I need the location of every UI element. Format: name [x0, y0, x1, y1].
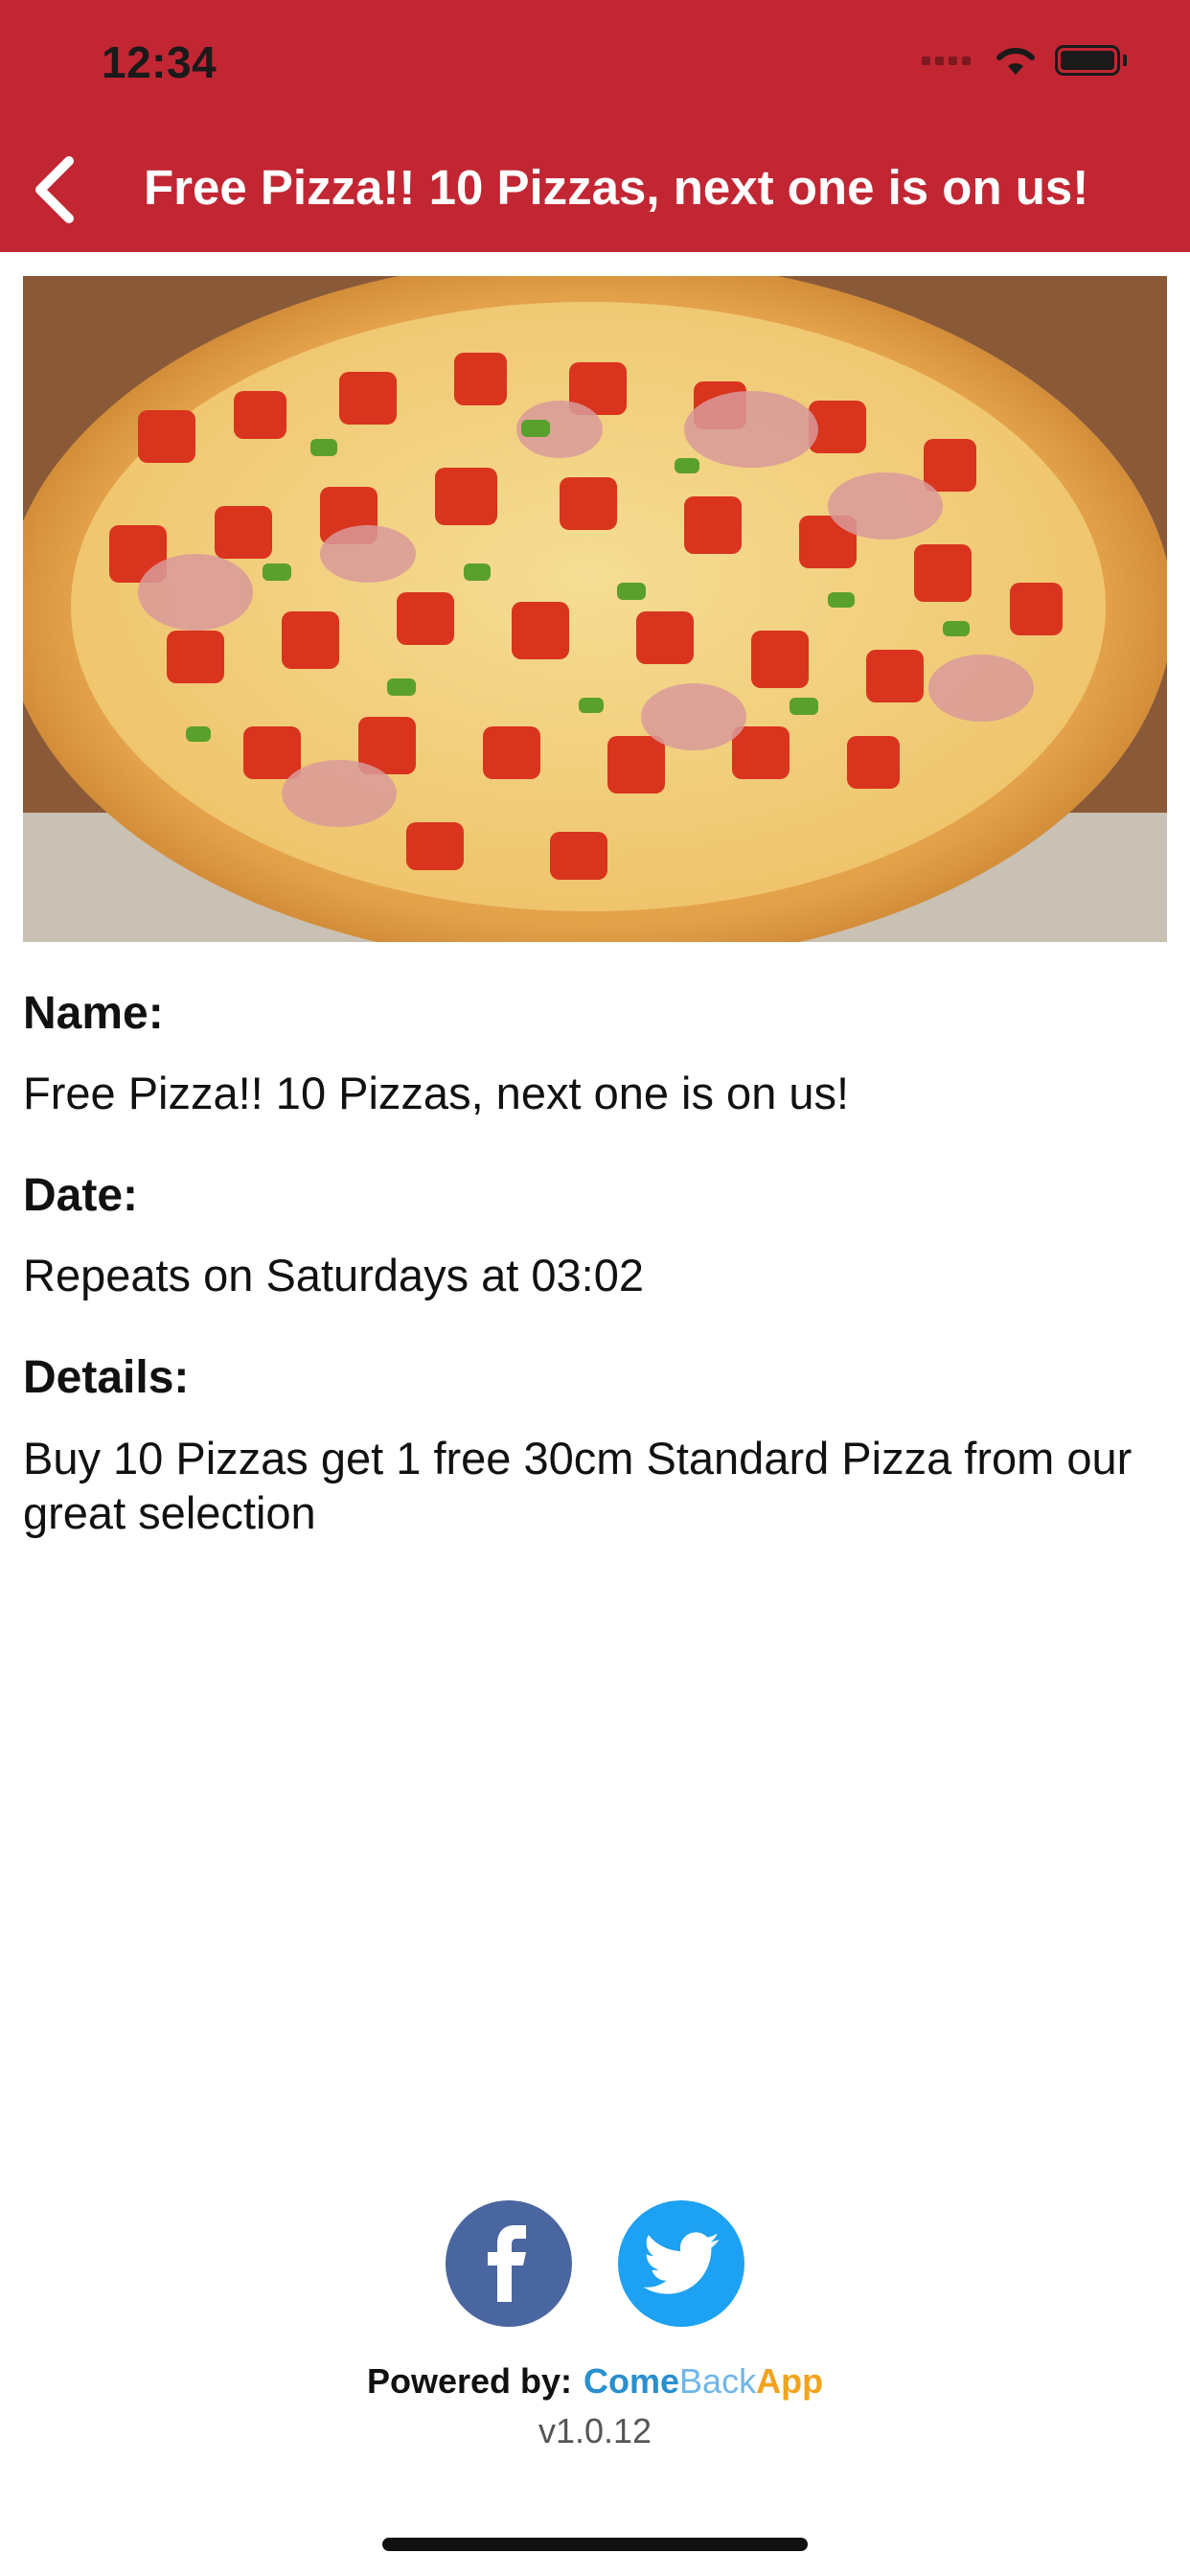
chevron-left-icon — [35, 156, 74, 223]
brand-back: Back — [679, 2361, 757, 2401]
powered-by-label: Powered by: — [366, 2361, 572, 2401]
details-value: Buy 10 Pizzas get 1 free 30cm Standard P… — [23, 1433, 1133, 1538]
name-label: Name: — [23, 988, 164, 1039]
social-buttons — [0, 2200, 1190, 2327]
back-button[interactable] — [27, 151, 84, 228]
app-header: 12:34 Free Pizza!! 10 Pizzas, next one i… — [0, 0, 1190, 252]
facebook-icon — [488, 2225, 526, 2302]
battery-icon — [1055, 45, 1127, 76]
status-time: 12:34 — [102, 37, 217, 87]
brand-come: Come — [584, 2361, 680, 2401]
date-label: Date: — [23, 1170, 139, 1221]
status-icons — [922, 44, 1127, 77]
wifi-icon — [996, 47, 1035, 75]
pizza-image — [23, 276, 1167, 942]
app-version: v1.0.12 — [538, 2411, 652, 2450]
signal-icon — [922, 56, 971, 65]
home-indicator[interactable] — [382, 2538, 808, 2551]
twitter-icon — [643, 2232, 720, 2294]
name-value: Free Pizza!! 10 Pizzas, next one is on u… — [23, 1068, 850, 1118]
twitter-button[interactable] — [618, 2200, 744, 2327]
brand-logo[interactable]: ComeBackApp — [584, 2361, 823, 2401]
brand-app: App — [756, 2361, 824, 2401]
date-value: Repeats on Saturdays at 03:02 — [23, 1250, 644, 1300]
nav-title: Free Pizza!! 10 Pizzas, next one is on u… — [144, 160, 1089, 215]
facebook-button[interactable] — [446, 2200, 572, 2327]
details-label: Details: — [23, 1352, 190, 1403]
powered-by: Powered by: ComeBackApp — [0, 2361, 1190, 2402]
